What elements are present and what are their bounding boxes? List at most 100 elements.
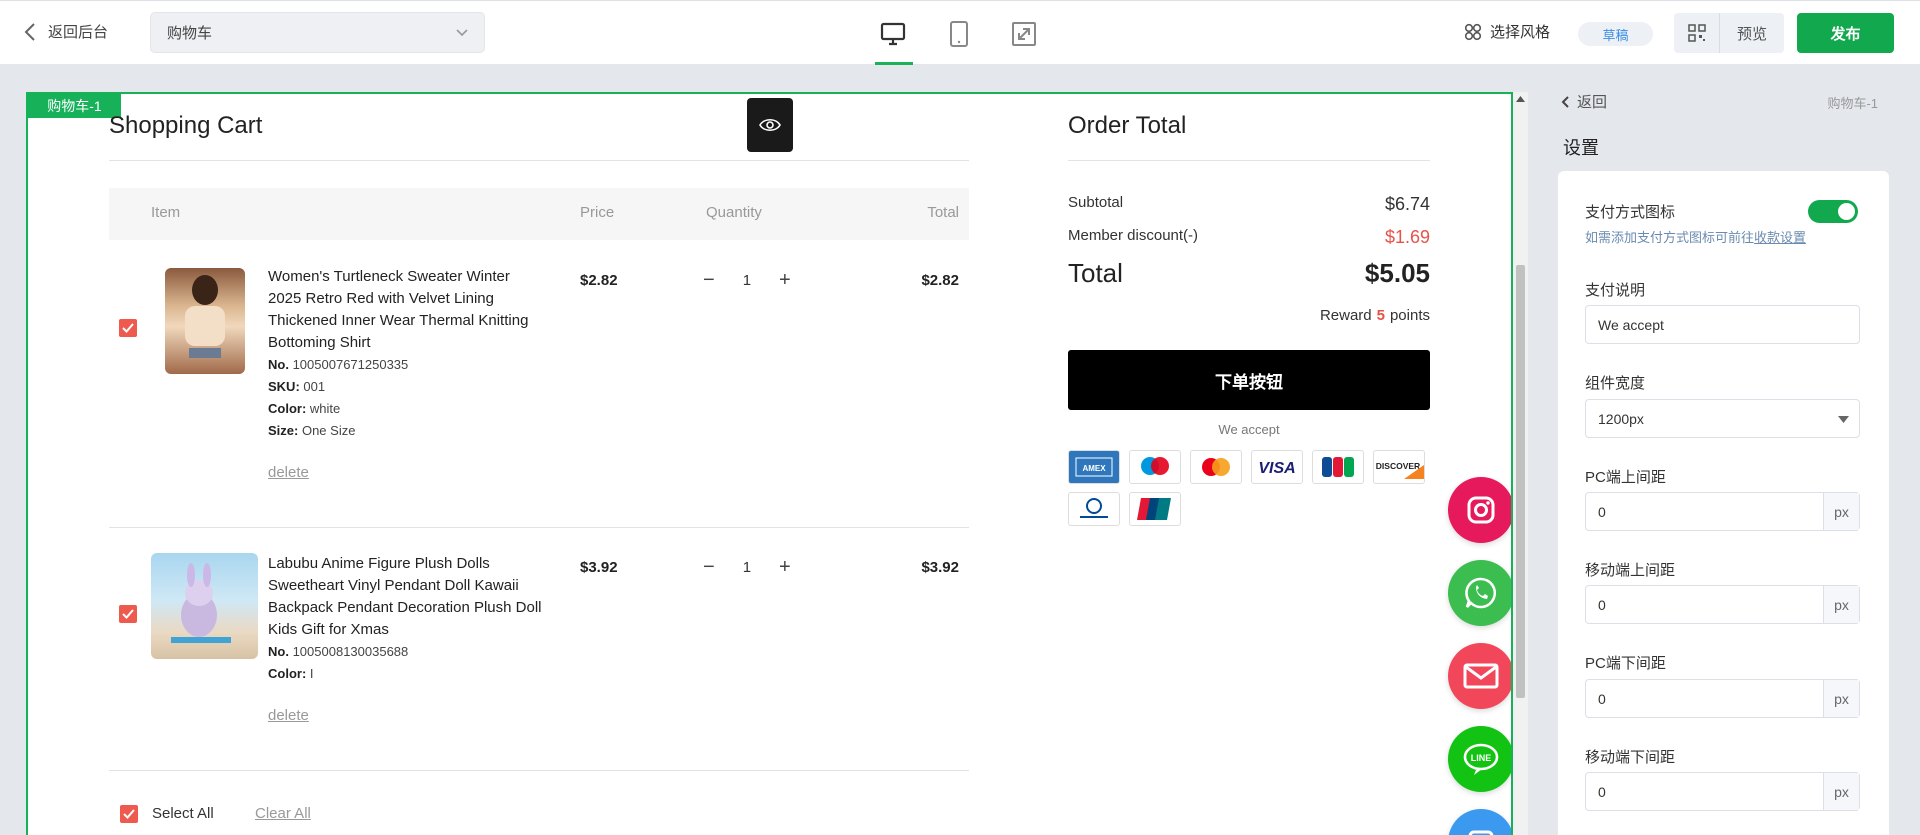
product-name[interactable]: Women's Turtleneck Sweater Winter 2025 R… bbox=[268, 266, 543, 354]
component-tag: 购物车-1 bbox=[28, 94, 121, 118]
delete-link[interactable]: delete bbox=[268, 707, 309, 724]
tablet-view-button[interactable] bbox=[942, 17, 976, 51]
pc-top-input[interactable]: 0 px bbox=[1585, 492, 1860, 531]
amex-icon: AMEX bbox=[1068, 450, 1120, 484]
chevron-down-icon bbox=[456, 28, 468, 36]
select-all-checkbox[interactable] bbox=[120, 805, 138, 823]
item-checkbox[interactable] bbox=[119, 605, 137, 623]
mobile-top-label: 移动端上间距 bbox=[1585, 562, 1676, 579]
discount-row: Member discount(-) $1.69 bbox=[1068, 227, 1430, 248]
decrease-button[interactable]: − bbox=[703, 270, 715, 290]
fullscreen-button[interactable] bbox=[1007, 17, 1041, 51]
publish-button[interactable]: 发布 bbox=[1797, 13, 1894, 53]
payment-settings-link[interactable]: 收款设置 bbox=[1754, 230, 1806, 245]
visibility-toggle-button[interactable] bbox=[747, 98, 793, 152]
preview-button[interactable]: 预览 bbox=[1720, 23, 1784, 44]
svg-text:VISA: VISA bbox=[1258, 460, 1295, 477]
messenger-icon bbox=[1468, 830, 1494, 835]
decrease-button[interactable]: − bbox=[703, 557, 715, 577]
preview-group: 预览 bbox=[1674, 13, 1784, 53]
caret-down-icon bbox=[1838, 416, 1849, 423]
divider bbox=[109, 527, 969, 528]
quantity-value[interactable]: 1 bbox=[743, 272, 751, 289]
divider bbox=[109, 160, 969, 161]
product-number: No. 1005008130035688 bbox=[268, 641, 408, 663]
diners-club-icon bbox=[1068, 492, 1120, 526]
line-icon: LINE bbox=[1463, 743, 1499, 775]
mobile-bottom-input[interactable]: 0 px bbox=[1585, 772, 1860, 811]
product-color: Color: white bbox=[268, 398, 340, 420]
check-icon bbox=[123, 809, 135, 819]
pc-bottom-input[interactable]: 0 px bbox=[1585, 679, 1860, 718]
quantity-value[interactable]: 1 bbox=[743, 559, 751, 576]
payment-desc-input[interactable]: We accept bbox=[1585, 305, 1860, 344]
delete-link[interactable]: delete bbox=[268, 464, 309, 481]
product-image[interactable] bbox=[165, 268, 245, 374]
check-icon bbox=[122, 323, 134, 333]
settings-header: 返回 购物车-1 bbox=[1561, 91, 1881, 115]
svg-text:DISCOVER: DISCOVER bbox=[1376, 461, 1420, 471]
mastercard-icon bbox=[1190, 450, 1242, 484]
size-label: Size: bbox=[268, 423, 299, 438]
divider bbox=[1068, 160, 1430, 161]
email-button[interactable] bbox=[1448, 643, 1511, 709]
messenger-button[interactable] bbox=[1448, 809, 1511, 835]
eye-icon bbox=[759, 118, 781, 132]
cart-row: Labubu Anime Figure Plush Dolls Sweethea… bbox=[109, 551, 969, 751]
instagram-icon bbox=[1467, 496, 1495, 524]
discover-icon: DISCOVER bbox=[1373, 450, 1425, 484]
jcb-icon bbox=[1312, 450, 1364, 484]
top-toolbar: 返回后台 购物车 选择风格 草稿 预览 发布 bbox=[0, 0, 1920, 65]
canvas-scrollbar-thumb[interactable] bbox=[1516, 265, 1525, 698]
scroll-up-arrow-icon[interactable] bbox=[1516, 96, 1525, 102]
quantity-stepper: − 1 + bbox=[703, 557, 791, 577]
component-name: 购物车-1 bbox=[1827, 96, 1878, 111]
active-device-indicator bbox=[875, 62, 913, 65]
qr-code-icon bbox=[1687, 24, 1706, 42]
visa-icon: VISA bbox=[1251, 450, 1303, 484]
place-order-button[interactable]: 下单按钮 bbox=[1068, 350, 1430, 410]
mobile-top-input[interactable]: 0 px bbox=[1585, 585, 1860, 624]
pc-bottom-label: PC端下间距 bbox=[1585, 655, 1666, 672]
desktop-view-button[interactable] bbox=[876, 17, 910, 51]
increase-button[interactable]: + bbox=[779, 270, 791, 290]
mobile-bottom-value: 0 bbox=[1598, 783, 1606, 800]
column-total: Total bbox=[927, 204, 959, 221]
clear-all-link[interactable]: Clear All bbox=[255, 805, 311, 822]
product-name[interactable]: Labubu Anime Figure Plush Dolls Sweethea… bbox=[268, 553, 543, 641]
quantity-stepper: − 1 + bbox=[703, 270, 791, 290]
settings-back-button[interactable]: 返回 bbox=[1561, 91, 1607, 112]
reward-suffix: points bbox=[1389, 307, 1430, 324]
order-total-title: Order Total bbox=[1068, 112, 1187, 139]
item-total: $2.82 bbox=[921, 272, 959, 289]
pc-top-value: 0 bbox=[1598, 503, 1606, 520]
svg-text:LINE: LINE bbox=[1471, 753, 1492, 763]
payment-icon-toggle[interactable] bbox=[1808, 200, 1858, 223]
back-to-admin-link[interactable]: 返回后台 bbox=[24, 21, 108, 42]
instagram-button[interactable] bbox=[1448, 477, 1511, 543]
mobile-top-value: 0 bbox=[1598, 596, 1606, 613]
unit-label: px bbox=[1823, 773, 1859, 810]
sku-value: 001 bbox=[303, 379, 326, 394]
product-sku: SKU: 001 bbox=[268, 376, 325, 398]
item-price: $2.82 bbox=[580, 272, 618, 289]
unit-label: px bbox=[1823, 680, 1859, 717]
chevron-left-icon bbox=[24, 22, 35, 41]
whatsapp-button[interactable] bbox=[1448, 560, 1511, 626]
choose-style-button[interactable]: 选择风格 bbox=[1464, 21, 1550, 42]
width-select[interactable]: 1200px bbox=[1585, 399, 1860, 438]
reward-row: Reward 5 points bbox=[1068, 307, 1430, 324]
increase-button[interactable]: + bbox=[779, 557, 791, 577]
payment-desc-label: 支付说明 bbox=[1585, 282, 1646, 299]
subtotal-value: $6.74 bbox=[1384, 194, 1430, 214]
product-image[interactable] bbox=[151, 553, 258, 659]
qr-code-button[interactable] bbox=[1674, 13, 1720, 53]
item-checkbox[interactable] bbox=[119, 319, 137, 337]
editor-canvas: 购物车-1 Shopping Cart Item Price Quantity … bbox=[26, 92, 1513, 835]
total-value: $5.05 bbox=[1364, 258, 1430, 288]
pc-bottom-value: 0 bbox=[1598, 690, 1606, 707]
line-button[interactable]: LINE bbox=[1448, 726, 1511, 792]
settings-panel: 支付方式图标 如需添加支付方式图标可前往收款设置 支付说明 We accept … bbox=[1558, 171, 1889, 835]
select-all-label[interactable]: Select All bbox=[152, 805, 214, 822]
page-select[interactable]: 购物车 bbox=[150, 12, 485, 53]
